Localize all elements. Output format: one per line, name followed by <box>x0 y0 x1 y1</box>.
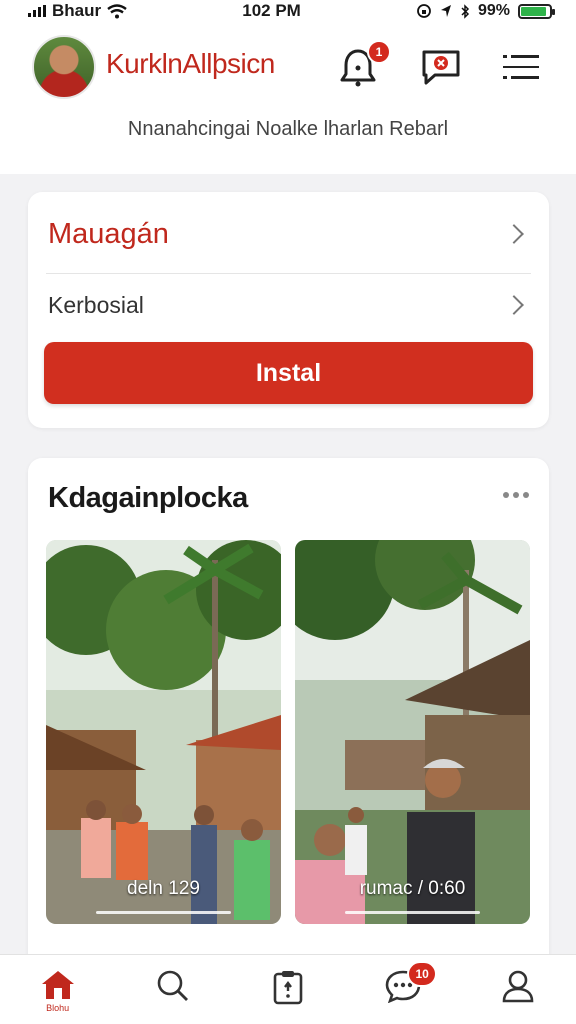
tab-tasks[interactable] <box>258 969 318 1013</box>
battery-percent: 99% <box>477 2 510 19</box>
notification-badge: 1 <box>367 40 391 64</box>
divider <box>46 273 531 274</box>
install-button[interactable]: Instal <box>44 342 533 404</box>
gallery-card: Kdagainplocka deln 129 rumac / 0:60 <box>28 458 549 968</box>
settings-card: Mauagán Kerbosial Instal <box>28 192 549 428</box>
video-progress-bar[interactable] <box>96 911 231 914</box>
status-bar: Bhaur 102 PM 99% <box>0 0 576 22</box>
settings-row-personal[interactable]: Kerbosial <box>48 286 529 324</box>
location-icon <box>440 5 451 17</box>
row-label: Kerbosial <box>48 291 144 318</box>
battery-fill <box>521 6 547 16</box>
chevron-right-icon <box>504 295 524 315</box>
bluetooth-icon <box>461 3 470 19</box>
menu-icon <box>503 55 539 79</box>
video-thumbnail[interactable]: deln 129 <box>46 540 281 924</box>
tab-home-label: Blohu <box>46 1003 70 1013</box>
video-time: rumac / 0:60 <box>359 878 466 899</box>
tab-messages[interactable]: 10 <box>373 961 438 1013</box>
home-icon <box>41 971 74 999</box>
gallery-title: Kdagainplocka <box>48 482 248 514</box>
lock-rotation-icon <box>417 4 431 18</box>
more-options-icon[interactable] <box>503 492 529 498</box>
video-thumbnail[interactable]: rumac / 0:60 <box>295 540 530 924</box>
avatar[interactable] <box>32 35 96 99</box>
clock: 102 PM <box>242 1 301 20</box>
user-icon <box>503 970 534 1003</box>
village-scene-image <box>295 540 530 924</box>
video-time: deln 129 <box>127 878 200 899</box>
clipboard-icon <box>273 971 303 1005</box>
row-label: Mauagán <box>48 217 169 250</box>
bottom-tab-bar: Blohu 10 <box>0 954 576 1024</box>
signal-icon <box>28 5 46 17</box>
notifications-button[interactable]: 1 <box>335 40 391 90</box>
battery-icon <box>518 3 555 19</box>
messages-badge: 10 <box>407 961 438 987</box>
video-progress-bar[interactable] <box>345 911 480 914</box>
messages-button[interactable] <box>418 44 464 90</box>
search-icon <box>157 970 188 1001</box>
message-alert-icon <box>422 50 460 85</box>
tab-profile[interactable] <box>488 969 548 1013</box>
settings-row-manage[interactable]: Mauagán <box>48 214 529 254</box>
status-left: Bhaur <box>28 1 127 21</box>
village-scene-image <box>46 540 281 924</box>
status-right: 99% <box>416 2 555 20</box>
header-subtitle: Nnanahcingai Noalke lharlan Rebarl <box>127 118 449 140</box>
app-header: KurklnAllþsicn 1 Nnanahcingai Noalke lha… <box>0 22 576 174</box>
carrier-name: Bhaur <box>52 1 102 20</box>
chevron-right-icon <box>504 224 524 244</box>
tab-home[interactable]: Blohu <box>28 969 88 1013</box>
menu-button[interactable] <box>498 44 544 90</box>
tab-search[interactable] <box>143 969 203 1013</box>
app-title: KurklnAllþsicn <box>106 48 275 79</box>
wifi-icon <box>107 3 127 18</box>
